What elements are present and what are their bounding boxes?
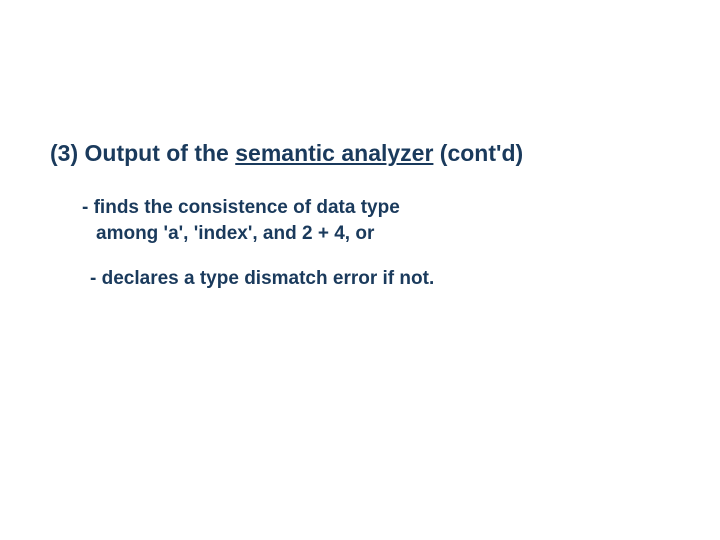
slide-heading: (3) Output of the semantic analyzer (con… — [50, 140, 670, 167]
bullet1-line2: among 'a', 'index', and 2 + 4, or — [82, 221, 670, 247]
bullet-item-2: - declares a type dismatch error if not. — [82, 268, 670, 290]
slide-content: (3) Output of the semantic analyzer (con… — [0, 0, 720, 290]
bullet-item-1: - finds the consistence of data type amo… — [82, 195, 670, 246]
bullet1-line1: - finds the consistence of data type — [82, 195, 670, 221]
heading-suffix: (cont'd) — [433, 140, 523, 166]
heading-underlined: semantic analyzer — [235, 140, 433, 166]
heading-prefix: (3) Output of the — [50, 140, 235, 166]
body-text: - finds the consistence of data type amo… — [50, 195, 670, 290]
